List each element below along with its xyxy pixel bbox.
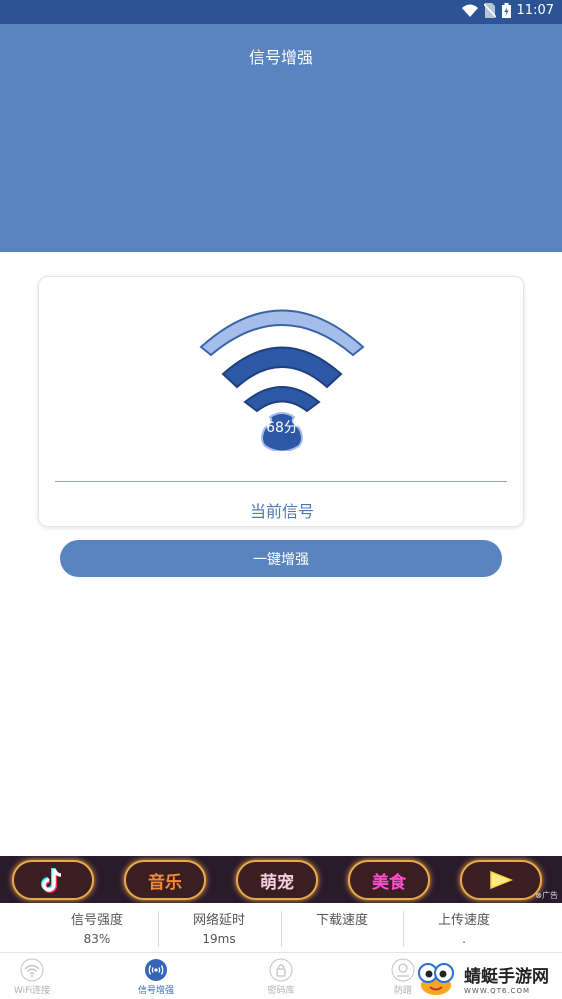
wifi-status-icon bbox=[461, 4, 478, 17]
ad-item-food[interactable]: 美食 bbox=[348, 860, 430, 900]
nav-item-password-library[interactable]: 密码库 bbox=[236, 958, 326, 996]
ad-item-tiktok[interactable] bbox=[12, 860, 94, 900]
wifi-arc-inner bbox=[243, 386, 321, 413]
watermark-name: 蜻蜓手游网 bbox=[464, 966, 549, 987]
signal-score: 68分 bbox=[266, 420, 298, 436]
stat-signal-strength: 信号强度 83% bbox=[70, 913, 123, 946]
ad-tag: ⊗广告 bbox=[535, 891, 558, 900]
stats-bar: 信号强度 83% 网络延时 19ms 下载速度 上传速度 . bbox=[0, 903, 562, 953]
ad-item-play[interactable] bbox=[460, 860, 542, 900]
header: 信号增强 bbox=[0, 24, 562, 252]
status-icons: 11:07 bbox=[461, 3, 554, 18]
dragonfly-logo-icon bbox=[418, 963, 454, 995]
current-signal-label: 当前信号 bbox=[249, 502, 314, 521]
lock-icon bbox=[269, 958, 293, 982]
ad-banner[interactable]: 音乐 萌宠 美食 ⊗广告 bbox=[0, 856, 562, 903]
nav-label: 信号增强 bbox=[137, 986, 174, 996]
wifi-icon bbox=[20, 958, 44, 982]
tiktok-icon bbox=[41, 868, 62, 893]
status-bar: 11:07 bbox=[0, 0, 562, 24]
watermark-text: 蜻蜓手游网 WWW.QT6.COM bbox=[464, 962, 549, 995]
signal-boost-icon bbox=[145, 959, 167, 981]
stat-upload-speed: 上传速度 . bbox=[437, 913, 490, 946]
ad-item-music[interactable]: 音乐 bbox=[124, 860, 206, 900]
nav-item-signal-boost[interactable]: 信号增强 bbox=[111, 958, 201, 996]
signal-card: 68分 当前信号 bbox=[38, 276, 524, 527]
camera-icon bbox=[391, 958, 415, 982]
page-title: 信号增强 bbox=[248, 48, 313, 67]
watermark-url: WWW.QT6.COM bbox=[464, 986, 531, 995]
battery-icon bbox=[501, 3, 511, 18]
stat-download-speed: 下载速度 bbox=[315, 913, 368, 928]
play-icon bbox=[490, 870, 514, 890]
wifi-arc-middle bbox=[221, 346, 343, 389]
status-time: 11:07 bbox=[516, 3, 554, 18]
boost-button[interactable]: 一键增强 bbox=[60, 540, 502, 577]
site-watermark: 蜻蜓手游网 WWW.QT6.COM bbox=[414, 958, 562, 998]
nav-label: 密码库 bbox=[267, 986, 295, 996]
card-divider bbox=[55, 481, 507, 482]
nav-item-wifi[interactable]: WiFi连接 bbox=[0, 958, 77, 996]
stat-latency: 网络延时 19ms bbox=[192, 913, 245, 946]
nav-label: WiFi连接 bbox=[13, 986, 51, 996]
ad-item-pets[interactable]: 萌宠 bbox=[236, 860, 318, 900]
ad-close-icon[interactable]: ⊗ bbox=[535, 891, 542, 900]
no-sim-icon bbox=[483, 3, 496, 18]
